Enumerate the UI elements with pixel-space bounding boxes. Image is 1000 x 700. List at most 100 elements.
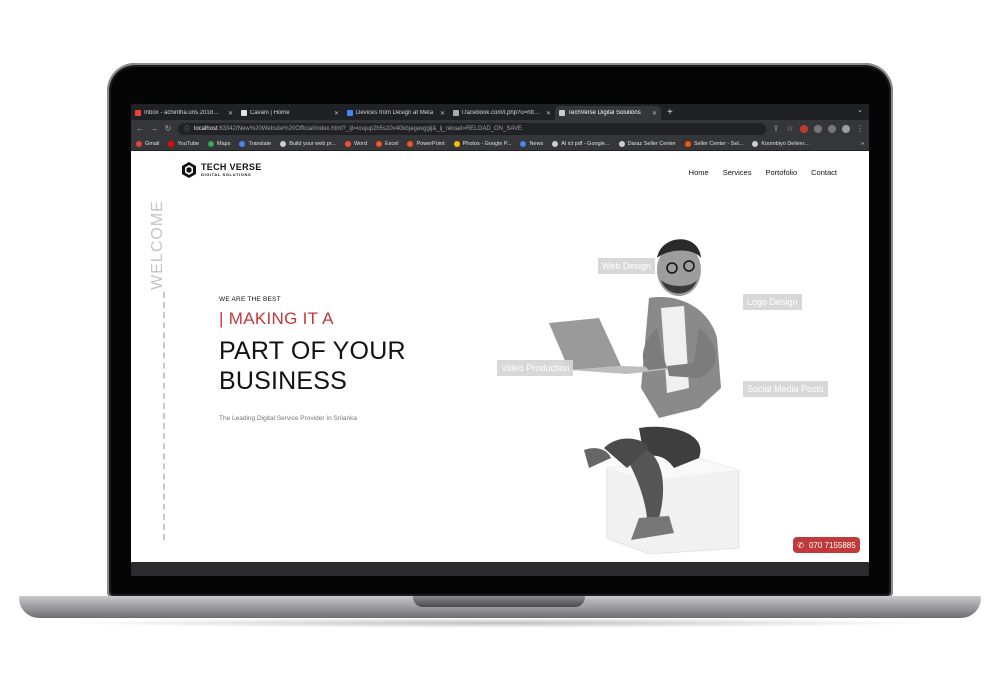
star-icon[interactable]: ☆ — [786, 124, 794, 133]
nav-portfolio[interactable]: Portofolio — [765, 168, 797, 177]
maps-icon — [208, 140, 214, 147]
bookmark-label: Build your web pr... — [289, 140, 336, 147]
service-chip-web-design: Web Design — [598, 258, 655, 274]
tab-title: Cavani | Home — [250, 110, 290, 116]
share-icon[interactable]: ⇪ — [772, 124, 780, 133]
puzzle-icon[interactable] — [814, 124, 822, 133]
hero-headline-line1: PART OF YOUR — [219, 337, 406, 365]
nav-services[interactable]: Services — [723, 168, 752, 177]
sidepanel-icon[interactable] — [828, 124, 836, 133]
forward-icon[interactable]: → — [150, 124, 158, 133]
chevron-down-icon[interactable]: ⌄ — [857, 106, 863, 114]
bookmark-excel[interactable]: Excel — [376, 140, 398, 147]
translate-icon — [239, 140, 246, 147]
office-icon — [376, 140, 383, 147]
bookmark-maps[interactable]: Maps — [208, 140, 231, 147]
tab-techverse[interactable]: TechVerse Digital Solutions ✕ — [555, 106, 661, 120]
website-page: TECH VERSE DIGITAL SOLUTIONS Home Servic… — [131, 152, 869, 562]
bookmark-label: Daraz Seller Center — [627, 140, 676, 147]
call-button[interactable]: ✆ 070 7155885 — [793, 537, 860, 553]
browser-window: Inbox - achintha.uns.2018@gm ✕ Cavani | H… — [131, 104, 869, 562]
hero-accent-line: | MAKING IT A — [219, 309, 334, 328]
info-icon[interactable]: ⓘ — [184, 124, 190, 133]
bookmark-word[interactable]: Word — [344, 140, 368, 147]
bookmark-build[interactable]: Build your web pr... — [280, 140, 336, 147]
phone-number: 070 7155885 — [808, 540, 856, 550]
tab-facebook[interactable]: l.facebook.com/l.php?u=https% ✕ — [449, 106, 555, 120]
globe-icon — [552, 140, 559, 147]
gmail-icon — [135, 110, 141, 116]
seller-icon — [684, 140, 691, 147]
bookmark-youtube[interactable]: YouTube — [168, 140, 199, 147]
service-chip-video-production: Video Production — [497, 360, 574, 376]
bookmark-powerpoint[interactable]: PowerPoint — [407, 140, 445, 147]
dashed-divider — [163, 292, 165, 540]
welcome-label: WELCOME — [148, 200, 166, 290]
bookmark-seller[interactable]: Seller Center - Sel... — [684, 140, 743, 147]
url-host: localhost — [194, 125, 218, 132]
bookmark-label: Maps — [217, 140, 231, 147]
tab-meta[interactable]: Devices from Design at Meta ✕ — [343, 106, 449, 120]
nav-contact[interactable]: Contact — [811, 168, 837, 177]
photos-icon — [453, 140, 460, 147]
tab-bar: Inbox - achintha.uns.2018@gm ✕ Cavani | H… — [131, 104, 869, 120]
service-chip-logo-design: Logo Design — [743, 294, 802, 310]
bookmark-photos[interactable]: Photos - Google P... — [453, 140, 512, 147]
bookmark-gmail[interactable]: Gmail — [136, 140, 160, 147]
screen-bottom-bar — [131, 562, 869, 576]
tab-title: l.facebook.com/l.php?u=https% — [462, 110, 543, 116]
extension-icon[interactable] — [800, 124, 808, 133]
close-icon[interactable]: ✕ — [228, 110, 233, 117]
bookmark-translate[interactable]: Translate — [239, 140, 272, 147]
globe-icon — [752, 140, 759, 147]
close-icon[interactable]: ✕ — [334, 110, 339, 117]
welcome-vertical-text: WELCOME — [148, 198, 175, 298]
triangle-icon — [241, 110, 247, 116]
bookmark-koombiyo[interactable]: Koombiyo Deliver... — [752, 140, 809, 147]
office-icon — [407, 140, 414, 147]
close-icon[interactable]: ✕ — [652, 110, 657, 117]
cube-logo-icon — [182, 162, 196, 178]
globe-icon — [453, 110, 459, 116]
close-icon[interactable]: ✕ — [546, 110, 551, 117]
bookmark-label: Translate — [248, 140, 272, 147]
bookmark-label: PowerPoint — [416, 140, 445, 147]
nav-home[interactable]: Home — [689, 168, 709, 177]
bookmark-news[interactable]: News — [520, 140, 544, 147]
tab-cavani[interactable]: Cavani | Home ✕ — [237, 106, 343, 120]
gear-icon — [559, 110, 565, 116]
tab-gmail[interactable]: Inbox - achintha.uns.2018@gm ✕ — [131, 106, 237, 120]
url-input[interactable]: ⓘ localhost:63342/New%20Website%20Offici… — [178, 122, 766, 135]
address-bar-row: ← → ↻ ⓘ localhost:63342/New%20Website%20… — [131, 120, 869, 137]
back-icon[interactable]: ← — [136, 124, 144, 133]
bookmark-label: News — [529, 140, 544, 147]
more-bookmarks-icon[interactable]: » — [861, 141, 864, 147]
laptop-shadow — [60, 618, 940, 628]
bookmark-label: YouTube — [177, 140, 199, 147]
youtube-icon — [168, 140, 175, 147]
globe-icon — [280, 140, 287, 147]
tab-title: Devices from Design at Meta — [356, 110, 434, 116]
hero-person-image — [549, 239, 740, 554]
news-icon — [520, 140, 527, 147]
new-tab-button[interactable]: + — [667, 106, 673, 120]
bookmark-label: Photos - Google P... — [462, 140, 512, 147]
bookmark-daraz[interactable]: Daraz Seller Center — [618, 140, 676, 147]
bookmark-label: Word — [353, 140, 368, 147]
reload-icon[interactable]: ↻ — [164, 124, 172, 133]
bookmark-alict[interactable]: Al ict pdf - Google... — [552, 140, 610, 147]
bookmark-label: Gmail — [145, 140, 160, 147]
brand-logo[interactable]: TECH VERSE DIGITAL SOLUTIONS — [181, 161, 262, 179]
meta-icon — [347, 110, 353, 116]
brand-sub: DIGITAL SOLUTIONS — [201, 172, 252, 177]
avatar[interactable] — [842, 124, 850, 133]
close-icon[interactable]: ✕ — [440, 110, 445, 117]
hero-eyebrow: WE ARE THE BEST — [219, 296, 281, 303]
menu-icon[interactable]: ⋮ — [856, 124, 864, 133]
phone-icon: ✆ — [797, 540, 804, 550]
hero-tagline: The Leading Digital Service Provider In … — [219, 415, 358, 422]
globe-icon — [618, 140, 625, 147]
bookmarks-bar: Gmail YouTube Maps Translate Build your … — [131, 137, 869, 151]
brand-name: TECH VERSE — [201, 162, 262, 172]
laptop-notch — [413, 596, 585, 607]
